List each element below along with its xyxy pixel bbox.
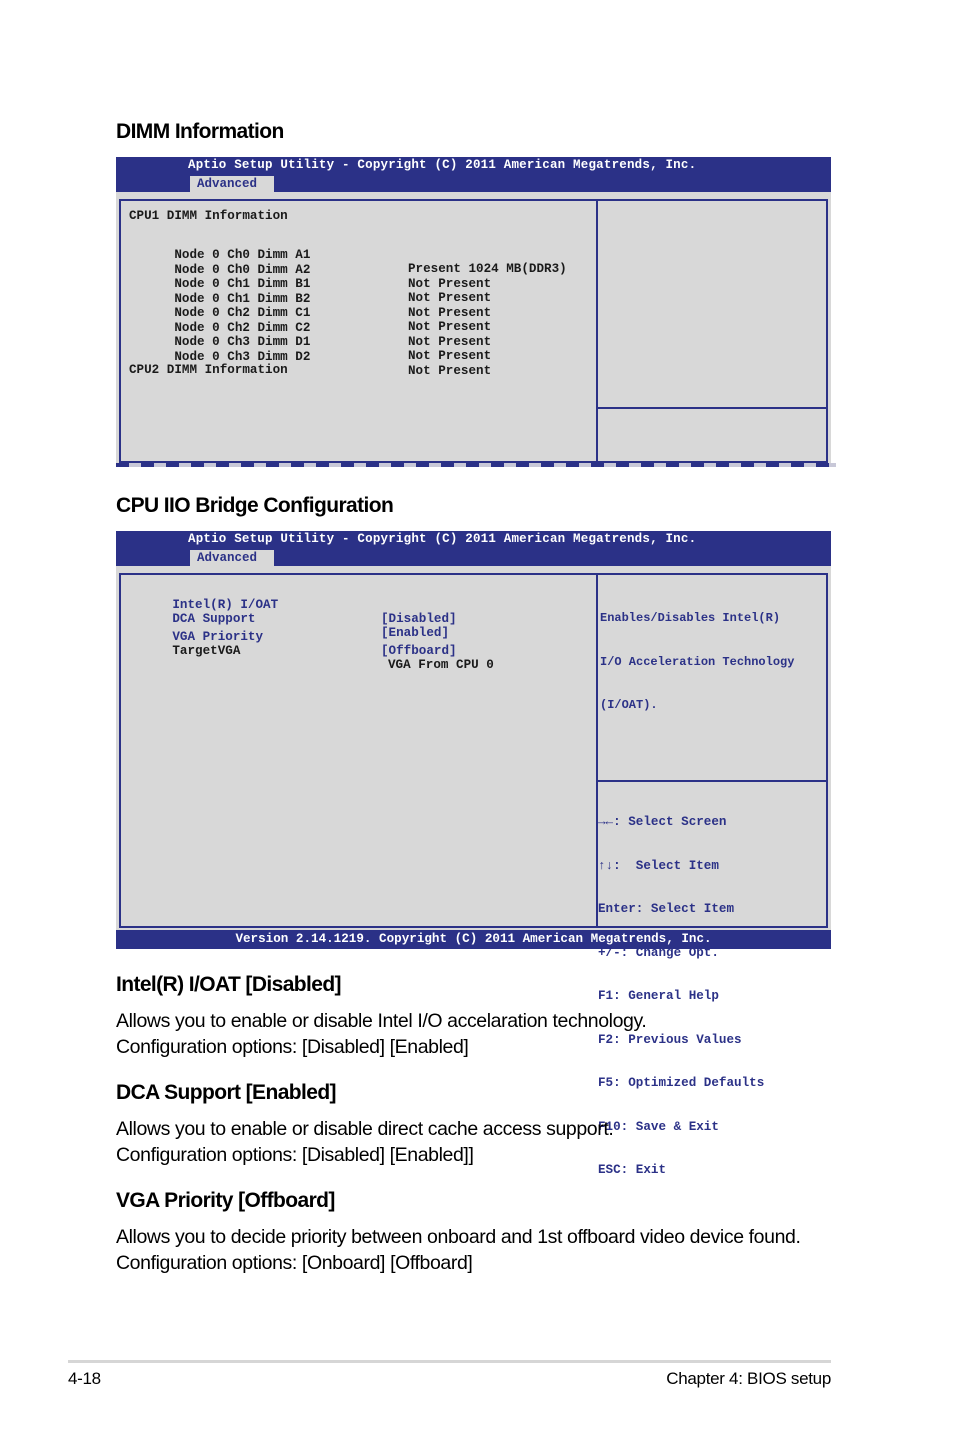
desc-options: Configuration options: [Onboard] [Offboa… (116, 1252, 473, 1274)
dimm-value: Not Present (408, 291, 492, 305)
desc-heading-vga: VGA Priority [Offboard] (116, 1189, 335, 1212)
key-esc: ESC: Exit (598, 1163, 667, 1177)
section-title-cpu-iio: CPU IIO Bridge Configuration (116, 494, 394, 517)
dimm-value: Not Present (408, 305, 492, 320)
section-title-dimm: DIMM Information (116, 120, 284, 143)
desc-options: Configuration options: [Disabled] [Enabl… (116, 1036, 469, 1058)
key-legend: →←: Select Screen ↑↓: Select Item Enter:… (598, 786, 764, 1207)
tab-advanced[interactable]: Advanced (190, 176, 274, 192)
desc-text: Allows you to enable or disable direct c… (116, 1118, 614, 1140)
help-text: Enables/Disables Intel(R) I/O Accelerati… (600, 582, 794, 742)
key-f10: F10: Save & Exit (598, 1119, 719, 1134)
bios-header: Aptio Setup Utility - Copyright (C) 2011… (116, 531, 831, 566)
bios-title: Aptio Setup Utility - Copyright (C) 2011… (188, 158, 697, 172)
help-line: Enables/Disables Intel(R) (600, 611, 781, 625)
dimm-label: Node 0 Ch3 Dimm D2 (174, 349, 311, 364)
page-number: 4-18 (68, 1369, 101, 1388)
help-panel: Enables/Disables Intel(R) I/O Accelerati… (598, 573, 828, 1177)
target-vga-value: VGA From CPU 0 (388, 658, 494, 672)
help-panel (598, 199, 828, 463)
desc-text: Allows you to decide priority between on… (116, 1226, 801, 1248)
bios-footer: Version 2.14.1219. Copyright (C) 2011 Am… (116, 930, 831, 949)
key-f5: F5: Optimized Defaults (598, 1076, 765, 1090)
dimm-value: Not Present (408, 320, 492, 334)
setting-value[interactable]: [Disabled] (381, 612, 457, 626)
setting-value[interactable]: [Enabled] (381, 626, 449, 640)
help-line: I/O Acceleration Technology (600, 654, 795, 669)
key-f2: F2: Previous Values (598, 1032, 742, 1047)
dimm-value: Not Present (408, 363, 492, 378)
screenshot-cut-line (116, 463, 836, 467)
cpu2-dimm-heading: CPU2 DIMM Information (129, 363, 288, 377)
chapter-label: Chapter 4: BIOS setup (666, 1369, 831, 1388)
dimm-value: Not Present (408, 276, 492, 291)
help-divider (598, 407, 826, 409)
key-enter: Enter: Select Item (598, 902, 735, 916)
key-select-screen: →←: Select Screen (598, 815, 727, 829)
cpu1-dimm-heading: CPU1 DIMM Information (129, 209, 288, 223)
desc-heading-ioat: Intel(R) I/OAT [Disabled] (116, 973, 342, 996)
dimm-value: Not Present (408, 334, 492, 349)
key-f1: F1: General Help (598, 989, 719, 1003)
desc-heading-dca: DCA Support [Enabled] (116, 1081, 337, 1104)
desc-text: Allows you to enable or disable Intel I/… (116, 1010, 647, 1032)
bios-screen-dimm: Aptio Setup Utility - Copyright (C) 2011… (116, 157, 831, 465)
footer-rule (68, 1360, 831, 1363)
help-divider (598, 780, 826, 782)
dimm-value: Present 1024 MB(DDR3) (408, 262, 567, 276)
target-vga-row: TargetVGA VGA From CPU 0 (127, 630, 493, 686)
bios-title: Aptio Setup Utility - Copyright (C) 2011… (188, 532, 697, 546)
bios-screen-cpu-iio: Aptio Setup Utility - Copyright (C) 2011… (116, 531, 831, 1177)
desc-options: Configuration options: [Disabled] [Enabl… (116, 1144, 474, 1166)
target-vga-label: TargetVGA (172, 644, 241, 658)
help-line: (I/OAT). (600, 698, 658, 712)
main-panel: Intel(R) I/OAT [Disabled] DCA Support [E… (119, 573, 598, 928)
bios-header: Aptio Setup Utility - Copyright (C) 2011… (116, 157, 831, 192)
setting-value[interactable]: [Offboard] (381, 644, 457, 658)
main-panel: CPU1 DIMM Information Node 0 Ch0 Dimm A1… (119, 199, 598, 463)
dimm-value: Not Present (408, 349, 492, 363)
key-select-item: ↑↓: Select Item (598, 858, 719, 873)
tab-advanced[interactable]: Advanced (190, 550, 274, 566)
